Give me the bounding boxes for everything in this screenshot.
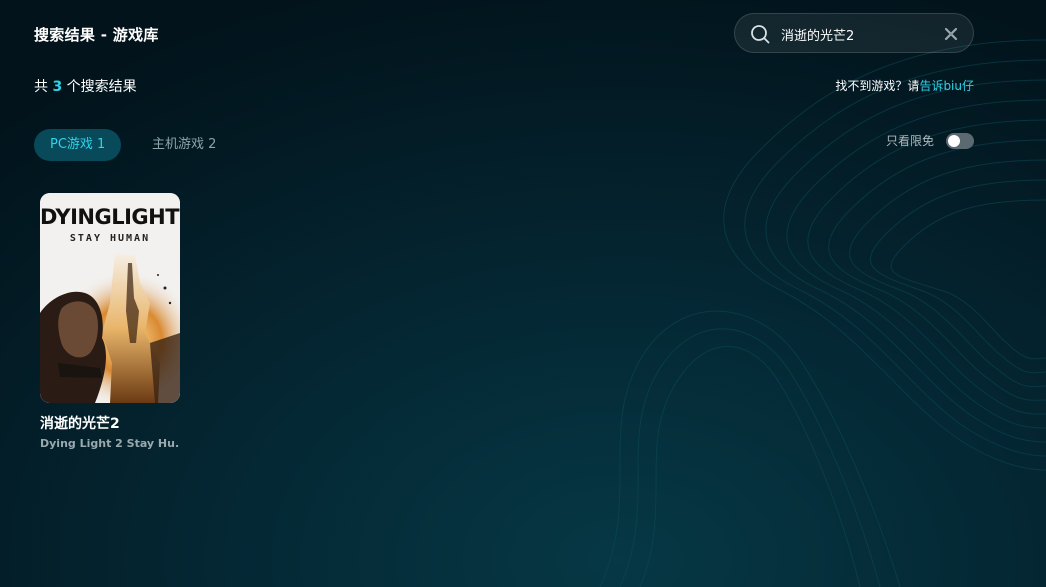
search-input[interactable] bbox=[781, 23, 931, 45]
feedback-link[interactable]: 告诉biu仔 bbox=[919, 79, 974, 93]
game-title[interactable]: 消逝的光芒2 bbox=[40, 413, 180, 433]
game-cover-image[interactable]: DYINGLIGHT2 STAY HUMAN bbox=[40, 193, 180, 403]
result-count-number: 3 bbox=[52, 79, 63, 95]
result-count-suffix: 个搜索结果 bbox=[66, 79, 137, 95]
free-only-filter-label: 只看限免 bbox=[886, 134, 935, 148]
result-count-prefix: 共 bbox=[34, 79, 48, 95]
cover-logo-subtitle: STAY HUMAN bbox=[69, 233, 151, 244]
tab-console-games[interactable]: 主机游戏 2 bbox=[136, 129, 232, 161]
cover-logo-title: DYINGLIGHT2 bbox=[40, 201, 180, 231]
page-title: 搜索结果 - 游戏库 bbox=[34, 26, 159, 44]
result-count: 共 3 个搜索结果 bbox=[34, 76, 137, 96]
feedback-text: 找不到游戏？请 bbox=[835, 79, 920, 93]
game-subtitle: Dying Light 2 Stay Hu... bbox=[40, 437, 180, 450]
search-icon[interactable] bbox=[749, 23, 771, 45]
cover-logo-number: 2 bbox=[179, 201, 180, 231]
close-icon[interactable] bbox=[941, 24, 961, 44]
free-only-toggle[interactable] bbox=[946, 133, 974, 149]
toggle-knob bbox=[948, 135, 960, 147]
tab-pc-games[interactable]: PC游戏 1 bbox=[34, 129, 122, 161]
search-box[interactable] bbox=[734, 13, 974, 53]
feedback-prompt: 找不到游戏？请告诉biu仔 bbox=[835, 77, 974, 94]
game-card[interactable]: DYINGLIGHT2 STAY HUMAN 消逝的光芒2 Dying Ligh… bbox=[40, 193, 180, 450]
cover-logo-text: DYINGLIGHT bbox=[40, 205, 180, 229]
